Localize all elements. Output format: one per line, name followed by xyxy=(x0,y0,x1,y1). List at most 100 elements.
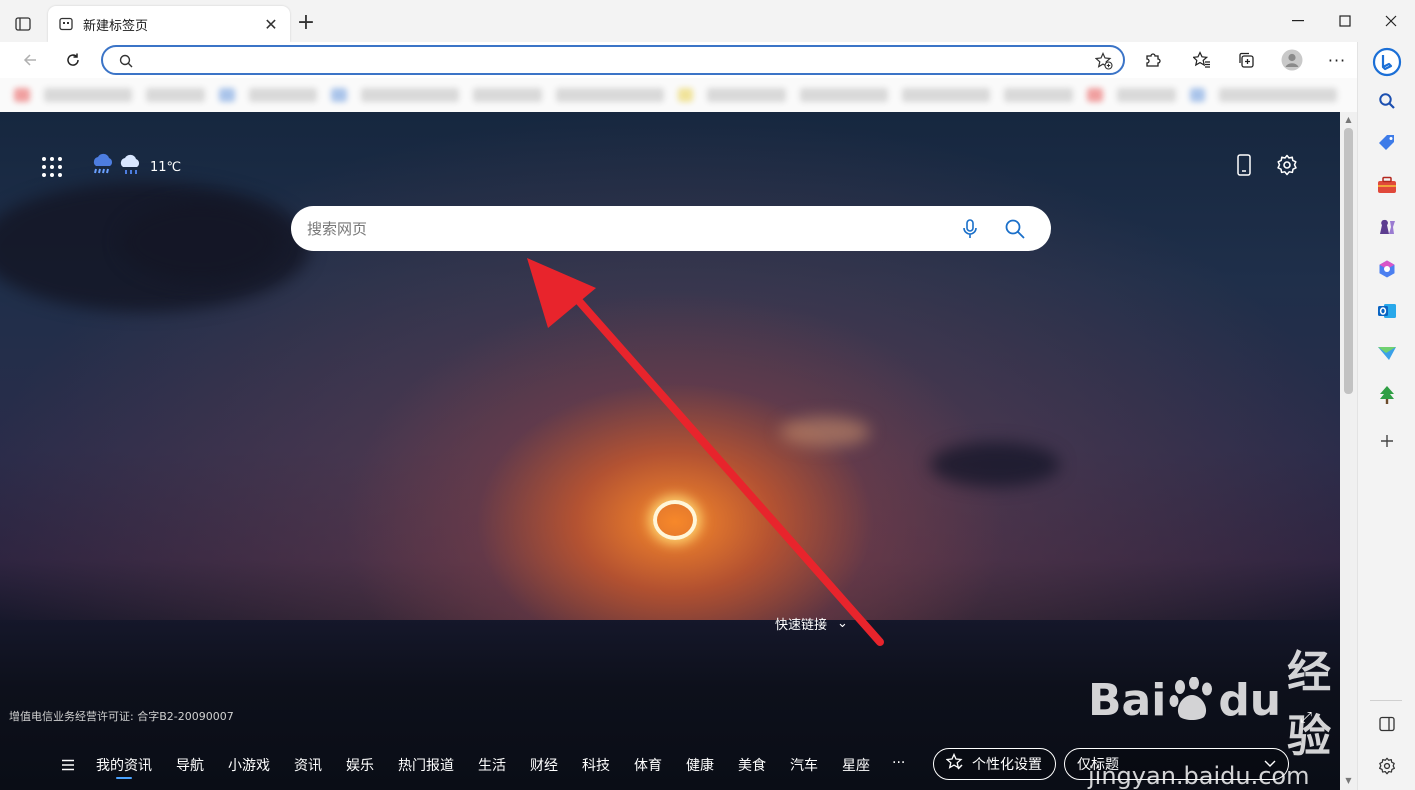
address-bar[interactable] xyxy=(101,45,1125,75)
favorite-item[interactable] xyxy=(1004,88,1074,102)
tab-new-tab[interactable]: 新建标签页 ✕ xyxy=(48,6,290,42)
web-search-box[interactable] xyxy=(291,206,1051,251)
scroll-thumb[interactable] xyxy=(1344,128,1353,394)
nav-item-navigation[interactable]: 导航 xyxy=(176,755,204,775)
minimize-button[interactable] xyxy=(1275,8,1321,34)
apps-grid-icon[interactable] xyxy=(41,156,65,180)
phone-icon[interactable] xyxy=(1233,154,1255,180)
maximize-button[interactable] xyxy=(1322,8,1368,34)
scroll-down-icon[interactable]: ▼ xyxy=(1344,776,1353,785)
search-icon[interactable] xyxy=(1004,218,1026,240)
personalize-label: 个性化设置 xyxy=(972,757,1042,773)
toolbar: ··· xyxy=(0,42,1357,78)
favorite-item[interactable] xyxy=(14,88,30,102)
favorite-item[interactable] xyxy=(1087,88,1103,102)
nav-item-tech[interactable]: 科技 xyxy=(582,755,610,775)
weather-widget[interactable]: 11℃ xyxy=(90,153,182,181)
quick-links-toggle[interactable]: 快速链接 ⌄ xyxy=(775,614,848,633)
tab-actions-icon[interactable] xyxy=(10,12,36,36)
address-search-icon xyxy=(119,53,133,72)
add-icon[interactable] xyxy=(1374,428,1400,454)
favorite-item[interactable] xyxy=(902,88,991,102)
tag-icon[interactable] xyxy=(1374,130,1400,156)
favorite-item[interactable] xyxy=(555,88,664,102)
background-cloud xyxy=(930,442,1060,487)
favorite-item[interactable] xyxy=(1116,88,1176,102)
favorite-item[interactable] xyxy=(799,88,889,102)
toolbox-icon[interactable] xyxy=(1374,172,1400,198)
split-pane-icon[interactable] xyxy=(1374,711,1400,737)
search-input[interactable] xyxy=(307,218,927,240)
nav-item-finance[interactable]: 财经 xyxy=(530,755,558,775)
personalize-button[interactable]: 个性化设置 xyxy=(933,748,1056,780)
refresh-icon[interactable] xyxy=(59,46,87,74)
more-options-button[interactable]: ··· xyxy=(1323,46,1351,74)
outlook-icon[interactable] xyxy=(1374,298,1400,324)
favorite-item[interactable] xyxy=(360,88,460,102)
tab-close-icon[interactable]: ✕ xyxy=(262,15,280,34)
background-cloud xyxy=(120,202,280,282)
favorite-item[interactable] xyxy=(146,88,205,102)
gear-icon[interactable] xyxy=(1374,753,1400,779)
snow-cloud-icon xyxy=(118,153,144,181)
nav-item-autos[interactable]: 汽车 xyxy=(790,755,818,775)
favorite-item[interactable] xyxy=(43,88,132,102)
nav-item-horoscope[interactable]: 星座 xyxy=(842,755,870,775)
gear-icon[interactable] xyxy=(1276,154,1300,178)
license-text[interactable]: 增值电信业务经营许可证: 合字B2-20090007 xyxy=(9,708,234,724)
watermark-logo: Bai du 经验 xyxy=(1088,647,1332,762)
search-icon[interactable] xyxy=(1374,88,1400,114)
nav-item-entertainment[interactable]: 娱乐 xyxy=(346,755,374,775)
nav-item-sports[interactable]: 体育 xyxy=(634,755,662,775)
tab-strip: 新建标签页 ✕ + xyxy=(0,0,1415,42)
favorite-item[interactable] xyxy=(331,88,347,102)
nav-item-lifestyle[interactable]: 生活 xyxy=(478,755,506,775)
scroll-up-icon[interactable]: ▲ xyxy=(1344,115,1353,124)
quick-links-label: 快速链接 xyxy=(775,618,828,633)
address-input[interactable] xyxy=(145,51,1045,69)
nav-item-games[interactable]: 小游戏 xyxy=(228,755,270,775)
paw-icon xyxy=(1168,676,1216,723)
menu-icon[interactable] xyxy=(61,756,77,772)
games-icon[interactable] xyxy=(1374,214,1400,240)
tree-icon[interactable] xyxy=(1374,382,1400,408)
nav-item-trending[interactable]: 热门报道 xyxy=(398,755,454,775)
close-window-button[interactable] xyxy=(1368,8,1414,34)
sidebar-divider xyxy=(1370,700,1402,701)
office-icon[interactable] xyxy=(1374,256,1400,282)
page-scrollbar[interactable]: ▲ ▼ xyxy=(1340,112,1357,790)
weather-temperature: 11℃ xyxy=(150,159,182,175)
eclipse-ring xyxy=(653,500,697,540)
favorite-item[interactable] xyxy=(1219,88,1338,102)
new-tab-page: 11℃ 快速链接 ⌄ 增值电信业务经营许可证: 合字B2-20090007 ⤢ … xyxy=(0,112,1340,790)
microphone-icon[interactable] xyxy=(959,218,981,240)
back-icon[interactable] xyxy=(16,46,44,74)
favorite-item[interactable] xyxy=(677,88,694,102)
baidu-jingyan-watermark: Bai du 经验 jingyan.baidu.com xyxy=(1088,636,1340,790)
nav-item-food[interactable]: 美食 xyxy=(738,755,766,775)
favorite-item[interactable] xyxy=(707,88,786,102)
edge-sidebar xyxy=(1357,42,1415,790)
favorite-item[interactable] xyxy=(473,88,542,102)
rain-cloud-icon xyxy=(90,153,116,181)
favorites-bar xyxy=(0,78,1357,112)
tab-title: 新建标签页 xyxy=(83,18,149,34)
favorites-bar-blurred xyxy=(14,82,1338,108)
nav-item-my-feed[interactable]: 我的资讯 xyxy=(96,755,152,779)
send-icon[interactable] xyxy=(1374,340,1400,366)
favorite-item[interactable] xyxy=(248,88,318,102)
favorites-icon[interactable] xyxy=(1188,46,1216,74)
bing-icon[interactable] xyxy=(1370,45,1404,79)
nav-more-button[interactable]: ··· xyxy=(892,755,905,771)
favorite-item[interactable] xyxy=(1189,88,1206,102)
collections-icon[interactable] xyxy=(1232,46,1260,74)
puzzle-icon[interactable] xyxy=(1139,46,1167,74)
nav-item-news[interactable]: 资讯 xyxy=(294,755,322,775)
watermark-url: jingyan.baidu.com xyxy=(1088,762,1310,790)
nav-item-health[interactable]: 健康 xyxy=(686,755,714,775)
chevron-down-icon: ⌄ xyxy=(837,616,848,631)
add-favorite-icon[interactable] xyxy=(1094,52,1113,74)
favorite-item[interactable] xyxy=(218,88,235,102)
profile-icon[interactable] xyxy=(1278,46,1306,74)
new-tab-button[interactable]: + xyxy=(294,12,318,36)
